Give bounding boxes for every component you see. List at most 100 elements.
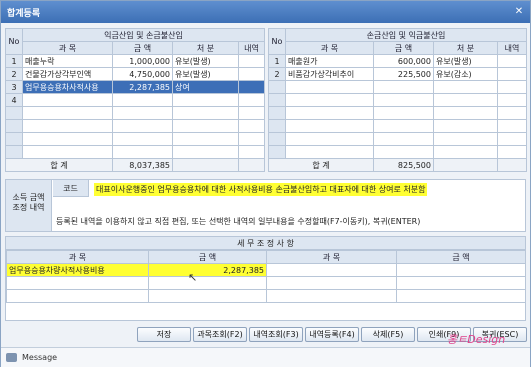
window-title: 합계등록 bbox=[7, 9, 41, 19]
income-inclusion-panel: No 익금산입 및 손금불산입 과 목 금 액 처 분 내역 1 매출누락 1,… bbox=[5, 28, 265, 172]
edit-hint: 등록된 내역을 이용하지 않고 직접 편집, 또는 선택한 내역의 일부내용을 … bbox=[56, 217, 421, 226]
table-row[interactable]: 4 bbox=[5, 93, 265, 107]
row-number: 2 bbox=[268, 67, 286, 81]
mouse-cursor-icon: ↖ bbox=[188, 271, 198, 284]
total-row: 합 계 825,500 bbox=[268, 158, 527, 172]
adjustment-detail-label: 소득 금액 조정 내역 bbox=[6, 180, 52, 231]
disposal-cell[interactable] bbox=[172, 93, 239, 107]
tax-adjustment-table: 과 목 금 액 과 목 금 액 업무용승용차량사적사용비용 2,287,385 bbox=[6, 250, 526, 303]
tax-item-cell[interactable]: 업무용승용차량사적사용비용 bbox=[6, 263, 149, 277]
message-label[interactable]: Message bbox=[22, 353, 57, 362]
col-disposal: 처 분 bbox=[433, 41, 498, 55]
col-disposal: 처 분 bbox=[172, 41, 239, 55]
total-label: 합 계 bbox=[5, 158, 113, 172]
total-label: 합 계 bbox=[268, 158, 374, 172]
amount-cell[interactable]: 1,000,000 bbox=[112, 54, 173, 68]
deduction-panel: No 손금산입 및 익금불산입 과 목 금 액 처 분 내역 1 매출원가 60… bbox=[268, 28, 527, 172]
detail-cell[interactable] bbox=[238, 67, 265, 81]
table-row[interactable]: 업무용승용차량사적사용비용 2,287,385 bbox=[6, 263, 526, 277]
tax-adjustment-title: 세 무 조 정 사 항 bbox=[6, 237, 525, 250]
save-button[interactable]: 저장 bbox=[137, 327, 191, 342]
item-cell[interactable]: 업무용승용차사적사용 bbox=[22, 80, 113, 94]
table-row[interactable]: 1 매출누락 1,000,000 유보(발생) bbox=[5, 54, 265, 68]
col-amount-2: 금 액 bbox=[396, 250, 526, 264]
table-row[interactable]: 1 매출원가 600,000 유보(발생) bbox=[268, 54, 527, 68]
disposal-cell[interactable]: 유보(발생) bbox=[433, 54, 498, 68]
detail-cell[interactable] bbox=[497, 67, 527, 81]
total-amount: 825,500 bbox=[373, 158, 434, 172]
table-row[interactable]: 2 건물감가상각부인액 4,750,000 유보(발생) bbox=[5, 67, 265, 81]
detail-register-button[interactable]: 내역등록(F4) bbox=[305, 327, 359, 342]
col-item: 과 목 bbox=[22, 41, 113, 55]
title-bar: 합계등록 ✕ bbox=[1, 1, 530, 23]
empty-row[interactable] bbox=[6, 276, 526, 290]
empty-row[interactable] bbox=[268, 80, 527, 94]
income-inclusion-table: No 익금산입 및 손금불산입 과 목 금 액 처 분 내역 1 매출누락 1,… bbox=[5, 28, 265, 172]
empty-row[interactable] bbox=[268, 132, 527, 146]
detail-search-button[interactable]: 내역조회(F3) bbox=[249, 327, 303, 342]
code-label: 코드 bbox=[53, 180, 89, 197]
empty-row[interactable] bbox=[268, 145, 527, 159]
watermark-logo: 홍ㅌDesign bbox=[447, 333, 506, 346]
side-label-line1: 소득 금액 bbox=[12, 193, 45, 202]
empty-row[interactable] bbox=[268, 119, 527, 133]
right-table-title: 손금산입 및 익금불산입 bbox=[285, 28, 527, 42]
disposal-cell[interactable]: 유보(감소) bbox=[433, 67, 498, 81]
tax-adjustment-panel: 세 무 조 정 사 항 과 목 금 액 과 목 금 액 업무용승용차량사적사용비… bbox=[5, 236, 526, 321]
amount-cell[interactable]: 4,750,000 bbox=[112, 67, 173, 81]
adjustment-detail-box: 소득 금액 조정 내역 코드 대표이사운행중인 업무용승용차에 대한 사적사용비… bbox=[5, 179, 526, 232]
empty-row[interactable] bbox=[5, 106, 265, 120]
row-number: 3 bbox=[5, 80, 23, 94]
col-no: No bbox=[268, 28, 286, 55]
detail-cell[interactable] bbox=[497, 54, 527, 68]
item-cell[interactable]: 비품감가상각비추이 bbox=[285, 67, 374, 81]
empty-row[interactable] bbox=[5, 145, 265, 159]
item-cell[interactable]: 매출원가 bbox=[285, 54, 374, 68]
disposal-cell[interactable]: 유보(발생) bbox=[172, 54, 239, 68]
col-amount: 금 액 bbox=[373, 41, 434, 55]
table-row[interactable]: 2 비품감가상각비추이 225,500 유보(감소) bbox=[268, 67, 527, 81]
col-item-1: 과 목 bbox=[6, 250, 149, 264]
total-row: 합 계 8,037,385 bbox=[5, 158, 265, 172]
empty-row[interactable] bbox=[5, 119, 265, 133]
item-cell[interactable]: 매출누락 bbox=[22, 54, 113, 68]
tax-amount-cell-2[interactable] bbox=[396, 263, 526, 277]
col-amount: 금 액 bbox=[112, 41, 173, 55]
amount-cell[interactable]: 225,500 bbox=[373, 67, 434, 81]
amount-cell[interactable]: 2,287,385 bbox=[112, 80, 173, 94]
row-number: 4 bbox=[5, 93, 23, 107]
empty-row[interactable] bbox=[268, 93, 527, 107]
item-cell[interactable] bbox=[22, 93, 113, 107]
table-row-selected[interactable]: 3 업무용승용차사적사용 2,287,385 상여 bbox=[5, 80, 265, 94]
disposal-cell[interactable]: 상여 bbox=[172, 80, 239, 94]
side-label-line2: 조정 내역 bbox=[12, 203, 45, 212]
disposal-cell[interactable]: 유보(발생) bbox=[172, 67, 239, 81]
row-number: 2 bbox=[5, 67, 23, 81]
detail-cell[interactable] bbox=[238, 93, 265, 107]
empty-row[interactable] bbox=[6, 289, 526, 303]
empty-row[interactable] bbox=[268, 106, 527, 120]
tax-amount-cell[interactable]: 2,287,385 bbox=[148, 263, 267, 277]
amount-cell[interactable] bbox=[112, 93, 173, 107]
detail-cell[interactable] bbox=[238, 54, 265, 68]
delete-button[interactable]: 삭제(F5) bbox=[361, 327, 415, 342]
total-amount: 8,037,385 bbox=[112, 158, 173, 172]
left-table-title: 익금산입 및 손금불산입 bbox=[22, 28, 265, 42]
amount-cell[interactable]: 600,000 bbox=[373, 54, 434, 68]
col-amount-1: 금 액 bbox=[148, 250, 267, 264]
empty-row[interactable] bbox=[5, 132, 265, 146]
account-search-button[interactable]: 과목조회(F2) bbox=[193, 327, 247, 342]
close-icon[interactable]: ✕ bbox=[512, 5, 526, 19]
row-number: 1 bbox=[5, 54, 23, 68]
code-text-input[interactable]: 대표이사운행중인 업무용승용차에 대한 사적사용비용 손금불산입하고 대표자에 … bbox=[94, 183, 428, 196]
tax-item-cell-2[interactable] bbox=[266, 263, 397, 277]
status-bar: Message bbox=[1, 347, 530, 367]
col-detail: 내역 bbox=[238, 41, 265, 55]
col-detail: 내역 bbox=[497, 41, 527, 55]
deduction-table: No 손금산입 및 익금불산입 과 목 금 액 처 분 내역 1 매출원가 60… bbox=[268, 28, 527, 172]
detail-cell[interactable] bbox=[238, 80, 265, 94]
col-item: 과 목 bbox=[285, 41, 374, 55]
col-item-2: 과 목 bbox=[266, 250, 397, 264]
dialog-window: 합계등록 ✕ No 익금산입 및 손금불산입 과 목 금 액 처 분 내역 1 … bbox=[0, 0, 531, 367]
item-cell[interactable]: 건물감가상각부인액 bbox=[22, 67, 113, 81]
